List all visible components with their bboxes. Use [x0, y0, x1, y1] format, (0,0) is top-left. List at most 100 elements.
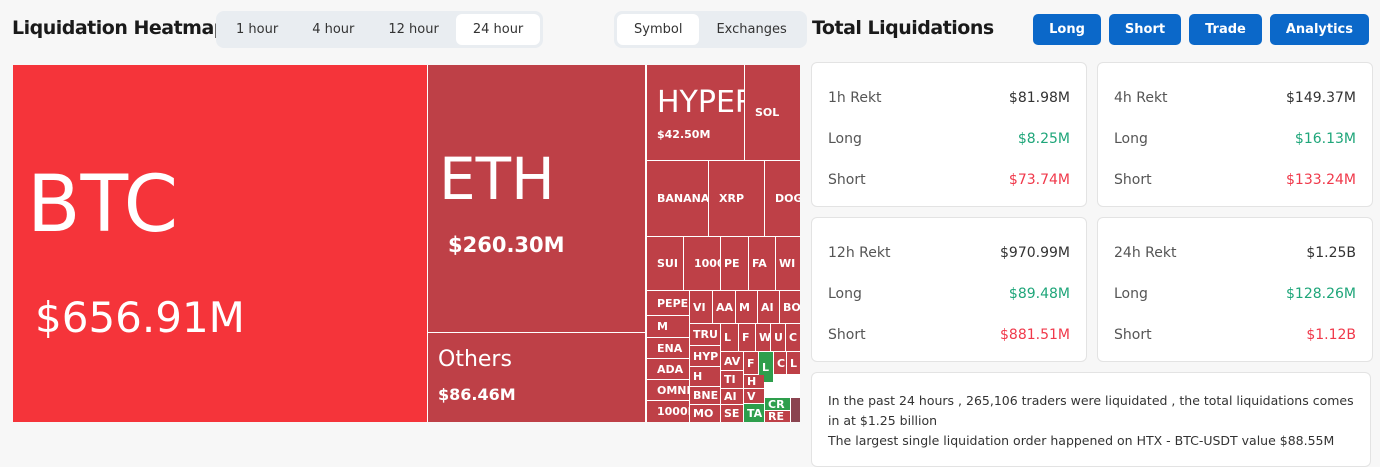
- treemap-cell[interactable]: AA: [713, 291, 735, 323]
- card-total: $970.99M: [1000, 244, 1070, 261]
- treemap-cell[interactable]: HYP: [690, 346, 720, 366]
- card-total: $1.25B: [1306, 244, 1356, 261]
- treemap-cell[interactable]: [791, 398, 800, 422]
- treemap-cell[interactable]: AI: [721, 389, 743, 404]
- treemap-cell[interactable]: AI: [758, 291, 779, 323]
- card-total: $81.98M: [1008, 89, 1070, 106]
- treemap-cell[interactable]: W: [756, 324, 770, 351]
- view-tabs: Symbol Exchanges: [614, 11, 807, 48]
- treemap-cell[interactable]: F: [744, 352, 758, 374]
- tab-1-hour[interactable]: 1 hour: [219, 14, 295, 45]
- treemap-cell[interactable]: H: [744, 375, 764, 388]
- rekt-card: 24h Rekt $1.25B Long $128.26M Short $1.12B: [1097, 217, 1373, 362]
- treemap-cell[interactable]: L: [787, 352, 800, 374]
- treemap-cell[interactable]: F: [739, 324, 755, 351]
- short-button[interactable]: Short: [1108, 14, 1182, 45]
- long-label: Long: [828, 285, 862, 302]
- short-label: Short: [828, 326, 866, 343]
- action-buttons: Long Short Trade Analytics: [1033, 14, 1369, 45]
- treemap-cell[interactable]: 1000B: [647, 401, 689, 422]
- analytics-button[interactable]: Analytics: [1269, 14, 1369, 45]
- treemap-cell[interactable]: H: [690, 367, 720, 386]
- treemap-cell[interactable]: V: [744, 389, 764, 403]
- cell-value: $260.30M: [448, 233, 565, 257]
- card-label: 1h Rekt: [828, 89, 882, 106]
- cell-value: $656.91M: [35, 293, 245, 342]
- treemap-cell[interactable]: TRU: [690, 324, 720, 345]
- treemap-cell[interactable]: OMNI: [647, 380, 689, 400]
- short-value: $133.24M: [1286, 171, 1356, 188]
- cell-symbol: Others: [438, 347, 512, 372]
- card-label: 12h Rekt: [828, 244, 891, 261]
- long-value: $16.13M: [1294, 130, 1356, 147]
- treemap-cell[interactable]: PEPE: [647, 291, 689, 315]
- long-value: $128.26M: [1286, 285, 1356, 302]
- rekt-card: 12h Rekt $970.99M Long $89.48M Short $881.5…: [811, 217, 1087, 362]
- cell-symbol: BTC: [27, 160, 179, 250]
- long-label: Long: [1114, 285, 1148, 302]
- treemap-cell[interactable]: M: [736, 291, 757, 323]
- treemap-cell[interactable]: M: [647, 316, 689, 337]
- trade-button[interactable]: Trade: [1189, 14, 1262, 45]
- treemap-cell[interactable]: TA: [744, 404, 764, 422]
- treemap-cell[interactable]: CR: [765, 398, 790, 410]
- tab-exchanges[interactable]: Exchanges: [699, 14, 803, 45]
- treemap-cell[interactable]: BANANAS: [647, 161, 708, 236]
- cell-symbol: HYPER: [657, 85, 744, 120]
- cell-value: $42.50M: [657, 128, 711, 141]
- heatmap-title: Liquidation Heatmap: [12, 17, 227, 39]
- tab-12-hour[interactable]: 12 hour: [371, 14, 455, 45]
- treemap-cell[interactable]: DOG: [765, 161, 800, 236]
- treemap-cell[interactable]: 1000: [684, 237, 720, 290]
- treemap-cell[interactable]: WI: [776, 237, 800, 290]
- tab-symbol[interactable]: Symbol: [617, 14, 700, 45]
- treemap-cell[interactable]: BO: [780, 291, 800, 323]
- summary-line-1: In the past 24 hours , 265,106 traders w…: [828, 393, 1354, 428]
- short-value: $1.12B: [1306, 326, 1356, 343]
- treemap-cell-others[interactable]: Others $86.46M: [428, 333, 645, 422]
- treemap-cell[interactable]: VI: [690, 291, 712, 323]
- total-title: Total Liquidations: [812, 17, 994, 39]
- treemap-cell[interactable]: ADA: [647, 359, 689, 379]
- treemap-cell[interactable]: SUI: [647, 237, 683, 290]
- long-label: Long: [828, 130, 862, 147]
- short-label: Short: [1114, 326, 1152, 343]
- long-label: Long: [1114, 130, 1148, 147]
- treemap-cell[interactable]: C: [774, 352, 786, 374]
- long-value: $8.25M: [1017, 130, 1070, 147]
- long-value: $89.48M: [1008, 285, 1070, 302]
- rekt-card: 1h Rekt $81.98M Long $8.25M Short $73.74M: [811, 62, 1087, 207]
- tab-4-hour[interactable]: 4 hour: [295, 14, 371, 45]
- treemap-cell[interactable]: SOL: [745, 65, 800, 160]
- treemap-cell[interactable]: FA: [749, 237, 775, 290]
- long-button[interactable]: Long: [1033, 14, 1101, 45]
- treemap-cell[interactable]: TI: [721, 371, 743, 388]
- cell-symbol: ETH: [439, 145, 555, 213]
- card-total: $149.37M: [1286, 89, 1356, 106]
- rekt-card: 4h Rekt $149.37M Long $16.13M Short $133.24…: [1097, 62, 1373, 207]
- treemap-cell-btc[interactable]: BTC $656.91M: [13, 65, 427, 422]
- liquidation-treemap: BTC $656.91M ETH $260.30M Others $86.46M…: [13, 65, 800, 422]
- treemap-cell[interactable]: ENA: [647, 338, 689, 358]
- short-value: $881.51M: [1000, 326, 1070, 343]
- treemap-cell-hyper[interactable]: HYPER $42.50M: [647, 65, 744, 160]
- treemap-cell[interactable]: C: [786, 324, 800, 351]
- short-label: Short: [828, 171, 866, 188]
- treemap-cell[interactable]: XRP: [709, 161, 764, 236]
- treemap-cell[interactable]: RE: [765, 411, 790, 422]
- treemap-cell[interactable]: SE: [721, 405, 743, 422]
- treemap-cell[interactable]: U: [771, 324, 785, 351]
- tab-24-hour[interactable]: 24 hour: [455, 14, 541, 45]
- treemap-cell-eth[interactable]: ETH $260.30M: [428, 65, 645, 332]
- summary-line-2: The largest single liquidation order hap…: [828, 433, 1335, 448]
- treemap-cell[interactable]: MO: [690, 405, 720, 422]
- treemap-cell[interactable]: PE: [721, 237, 748, 290]
- short-value: $73.74M: [1008, 171, 1070, 188]
- cell-value: $86.46M: [438, 385, 516, 404]
- card-label: 4h Rekt: [1114, 89, 1168, 106]
- treemap-cell[interactable]: L: [721, 324, 738, 351]
- summary-note: In the past 24 hours , 265,106 traders w…: [811, 372, 1371, 467]
- card-label: 24h Rekt: [1114, 244, 1177, 261]
- treemap-cell[interactable]: BNE: [690, 387, 720, 404]
- treemap-cell[interactable]: AV: [721, 352, 743, 370]
